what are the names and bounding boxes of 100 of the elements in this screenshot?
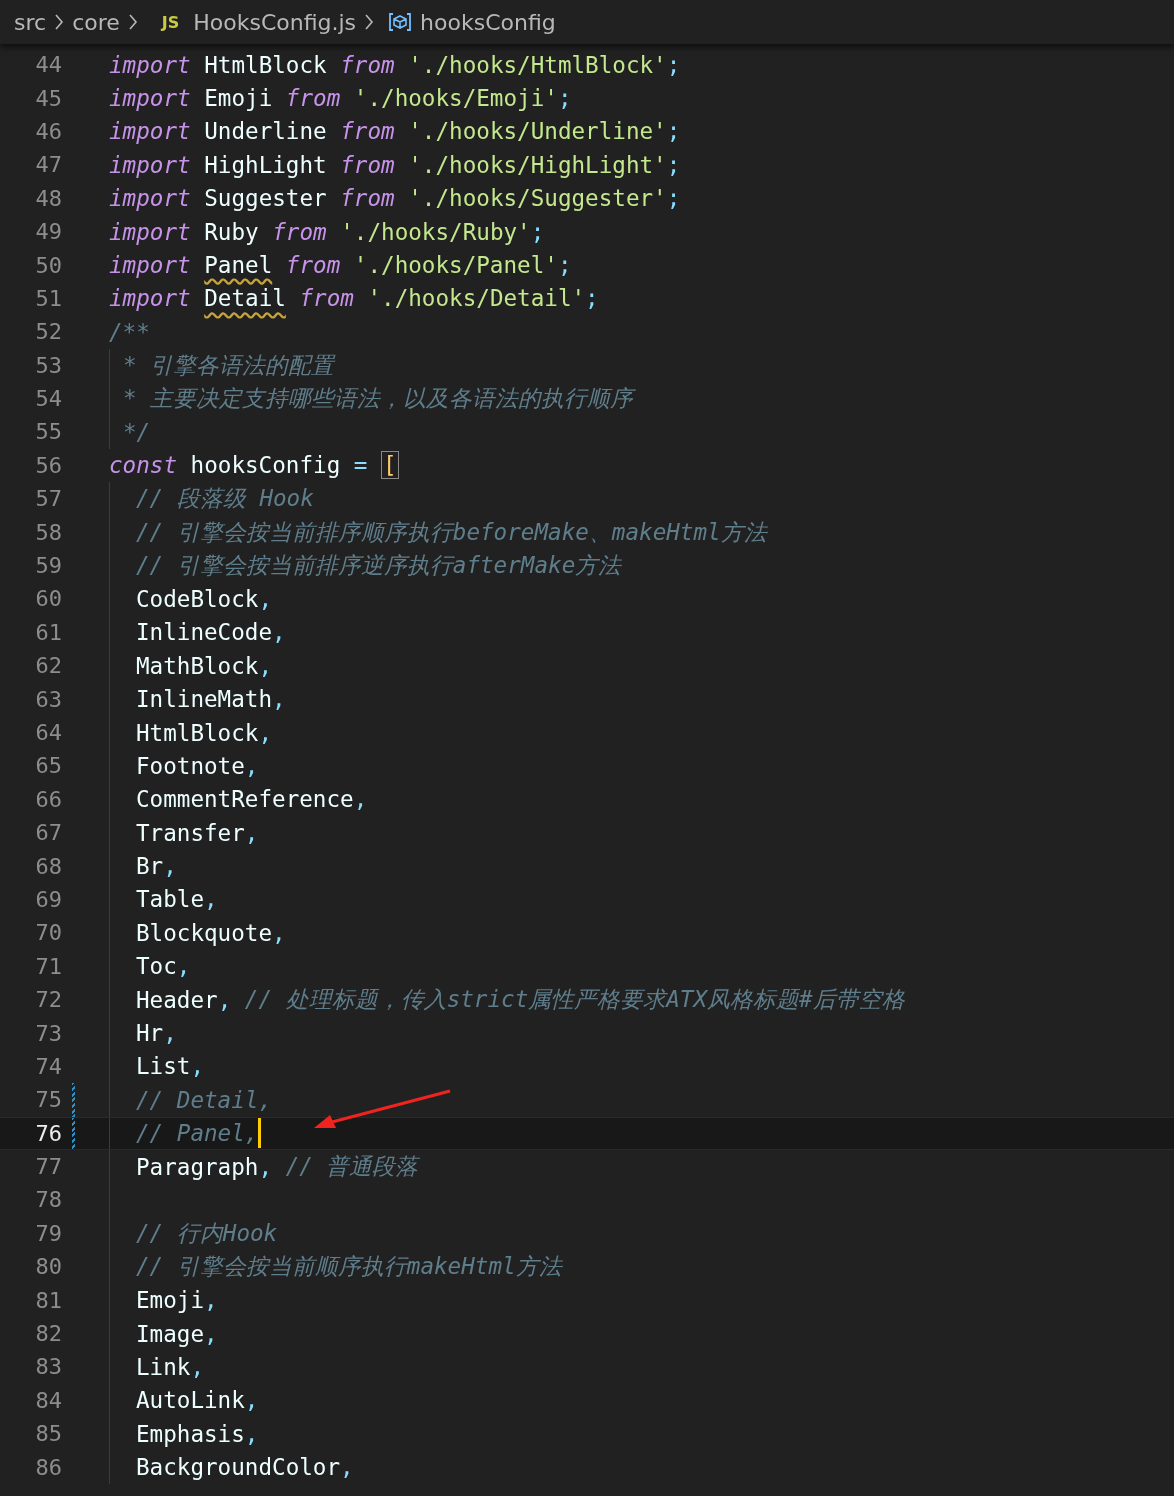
- code-keyword: import: [109, 252, 191, 279]
- code-identifier: HighLight: [204, 151, 327, 178]
- punctuation: ;: [585, 285, 599, 312]
- code-identifier: Panel: [204, 252, 273, 279]
- code-identifier: Underline: [204, 118, 327, 145]
- punctuation: ,: [163, 1020, 177, 1046]
- code-comment: // 普通段落: [285, 1152, 419, 1182]
- punctuation: ;: [530, 218, 545, 245]
- code-comment: // 引擎会按当前排序逆序执行afterMake方法: [136, 551, 622, 581]
- text-cursor: [258, 1118, 262, 1149]
- punctuation: ,: [258, 719, 273, 746]
- code-keyword: import: [109, 151, 191, 178]
- code-comment: // 行内Hook: [136, 1218, 278, 1248]
- code-string: './hooks/Panel': [353, 252, 558, 279]
- code-identifier: CommentReference: [136, 786, 354, 813]
- code-keyword: import: [109, 185, 191, 212]
- line-number: 74: [34, 1053, 62, 1079]
- chevron-icon: [127, 13, 138, 31]
- code-comment: // 引擎会按当前排序顺序执行beforeMake、makeHtml方法: [136, 517, 767, 547]
- js-file-icon: JS: [161, 12, 180, 32]
- bracket: [: [381, 452, 399, 479]
- code-identifier: Ruby: [204, 218, 259, 245]
- punctuation: ,: [272, 919, 286, 946]
- line-number: 71: [34, 953, 62, 979]
- line-number: 83: [34, 1354, 62, 1380]
- breadcrumb-item[interactable]: core: [72, 9, 120, 35]
- code-comment: // 段落级 Hook: [136, 484, 314, 514]
- code-keyword: from: [340, 51, 395, 78]
- punctuation: ,: [340, 1454, 354, 1481]
- punctuation: ,: [244, 752, 259, 779]
- code-identifier: Table: [136, 886, 204, 913]
- punctuation: ,: [353, 786, 368, 813]
- line-number: 52: [34, 319, 62, 345]
- punctuation: ,: [272, 619, 286, 646]
- line-number: 66: [34, 786, 62, 812]
- line-number: 84: [34, 1387, 62, 1413]
- line-number: 50: [34, 252, 62, 278]
- code-comment: /**: [109, 318, 150, 345]
- code-identifier: InlineCode: [136, 619, 273, 646]
- code-identifier: Paragraph: [136, 1153, 259, 1180]
- code-keyword: from: [285, 252, 341, 279]
- operator: =: [353, 452, 368, 479]
- breadcrumb-item[interactable]: hooksConfig: [420, 9, 556, 35]
- chevron-icon: [364, 13, 375, 31]
- code-comment: */: [123, 419, 151, 445]
- line-number: 54: [34, 386, 62, 412]
- code-keyword: import: [109, 118, 191, 145]
- code-identifier: CodeBlock: [136, 585, 259, 612]
- code-identifier: Header: [136, 986, 218, 1013]
- line-number: 85: [34, 1421, 62, 1447]
- code-identifier: Footnote: [136, 752, 245, 779]
- code-keyword: from: [340, 151, 395, 178]
- line-number: 67: [34, 820, 62, 846]
- code-identifier: Emphasis: [136, 1420, 245, 1447]
- line-number: 57: [34, 486, 62, 512]
- punctuation: ;: [666, 151, 681, 178]
- line-number: 48: [34, 185, 62, 211]
- code-identifier: Link: [136, 1353, 191, 1380]
- breadcrumb-item[interactable]: src: [14, 9, 47, 35]
- code-string: './hooks/Detail': [367, 285, 586, 312]
- code-keyword: import: [109, 285, 191, 312]
- code-identifier: Detail: [204, 285, 286, 312]
- line-number: 72: [34, 987, 62, 1013]
- punctuation: ;: [666, 185, 681, 212]
- breadcrumb-item[interactable]: HooksConfig.js: [193, 9, 357, 35]
- punctuation: ,: [204, 886, 218, 913]
- code-identifier: InlineMath: [136, 686, 273, 713]
- line-number: 78: [34, 1187, 62, 1213]
- line-number: 61: [34, 619, 62, 645]
- code-identifier: BackgroundColor: [136, 1454, 341, 1481]
- code-identifier: hooksConfig: [190, 452, 341, 479]
- code-keyword: const: [109, 452, 177, 479]
- punctuation: ,: [190, 1053, 205, 1080]
- line-number: 55: [34, 419, 62, 445]
- code-identifier: Toc: [136, 953, 177, 980]
- line-number: 63: [34, 686, 62, 712]
- line-number: 76: [34, 1120, 62, 1146]
- code-identifier: Hr: [136, 1020, 164, 1046]
- line-number: 62: [34, 653, 62, 679]
- punctuation: ,: [204, 1287, 218, 1314]
- code-comment: // 处理标题，传入strict属性严格要求ATX风格标题#后带空格: [244, 985, 905, 1015]
- code-comment: // Panel,: [136, 1120, 259, 1147]
- line-number: 44: [34, 52, 62, 78]
- punctuation: ;: [666, 51, 681, 78]
- code-keyword: from: [340, 185, 395, 212]
- punctuation: ,: [204, 1320, 218, 1347]
- line-number: 80: [34, 1254, 62, 1280]
- code-keyword: from: [285, 85, 341, 112]
- line-number: 79: [34, 1220, 62, 1246]
- code-identifier: Image: [136, 1320, 204, 1347]
- symbol-icon: [388, 12, 413, 32]
- line-number: 65: [34, 753, 62, 779]
- code-identifier: List: [136, 1053, 191, 1080]
- line-number: 68: [34, 853, 62, 879]
- code-comment: // Detail,: [136, 1086, 273, 1113]
- code-string: './hooks/Emoji': [353, 85, 558, 112]
- line-number: 64: [34, 720, 62, 745]
- chevron-icon: [54, 13, 65, 31]
- code-comment: // 引擎会按当前顺序执行makeHtml方法: [136, 1252, 562, 1282]
- code-identifier: Suggester: [204, 185, 327, 212]
